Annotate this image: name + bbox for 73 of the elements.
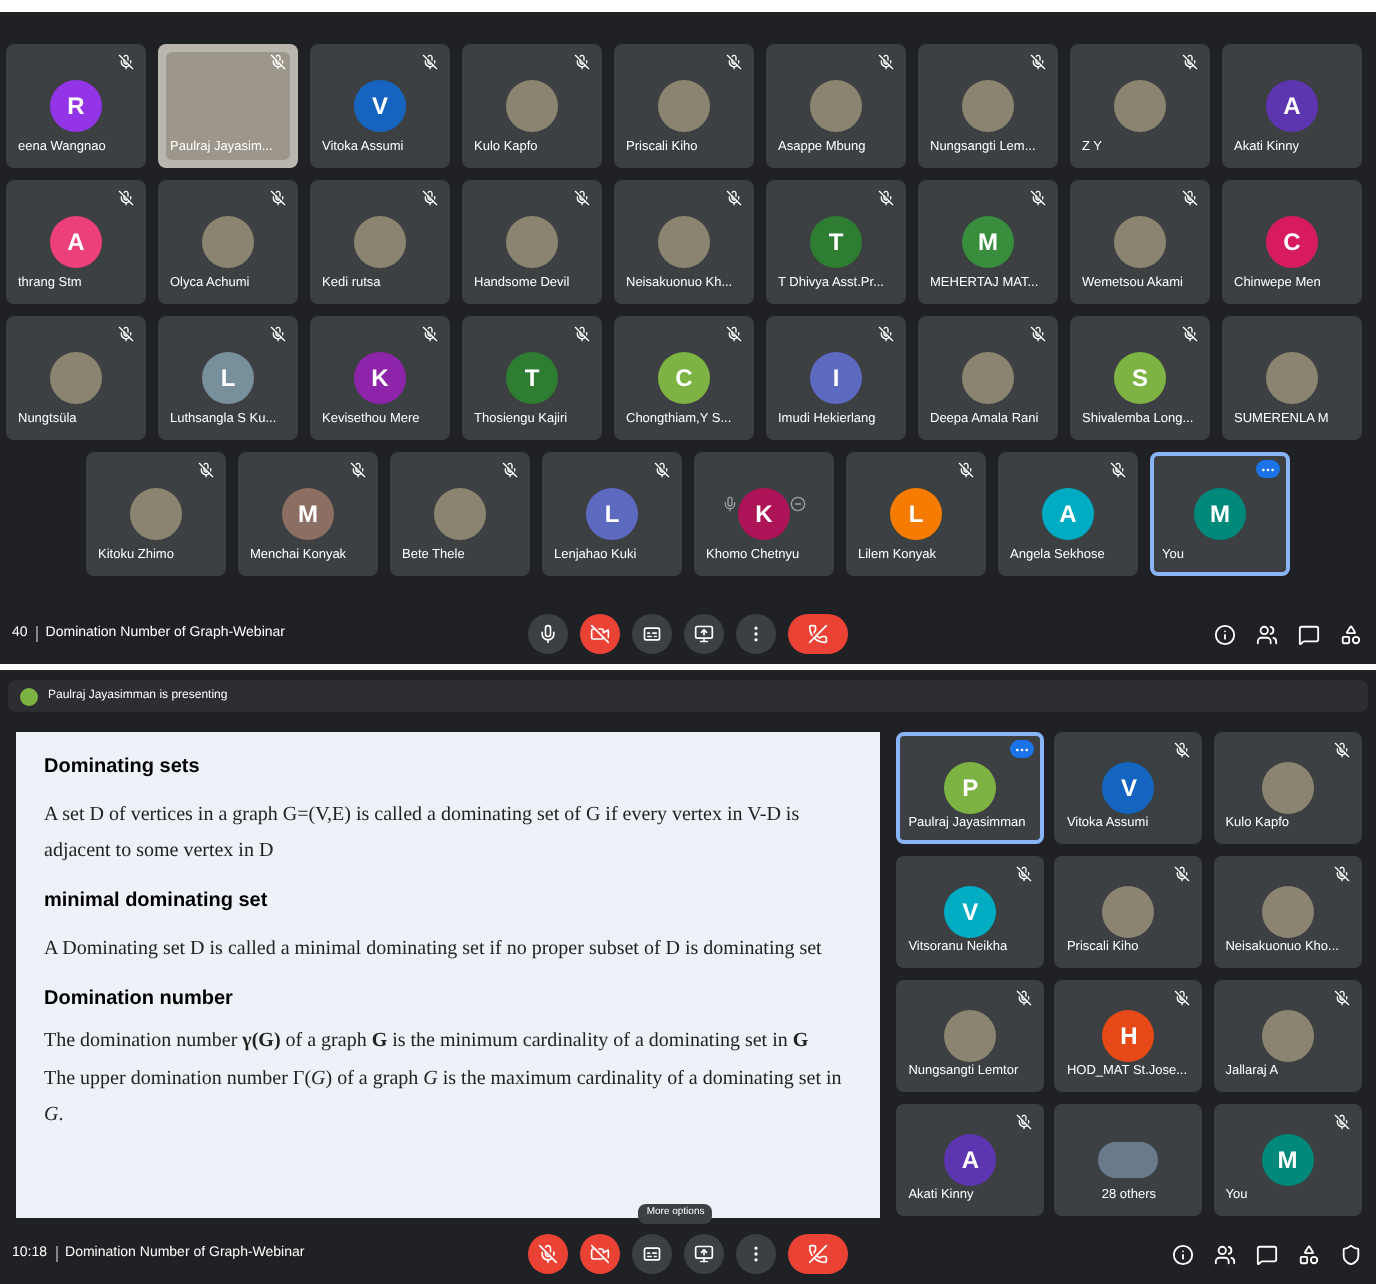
chat-icon — [1256, 1243, 1279, 1265]
activities-button[interactable] — [1297, 1242, 1322, 1266]
photo-placeholder — [354, 216, 406, 268]
chat-icon — [1298, 623, 1321, 645]
more-options-badge[interactable] — [1010, 740, 1035, 758]
photo-placeholder — [130, 488, 182, 540]
photo-placeholder — [202, 216, 254, 268]
photo-placeholder — [1114, 216, 1166, 268]
mic-icon — [537, 1244, 558, 1264]
photo-placeholder — [962, 80, 1014, 132]
people-icon — [1214, 1243, 1237, 1265]
people-button[interactable] — [1255, 622, 1280, 646]
remove-icon[interactable] — [790, 496, 806, 512]
present-icon — [693, 1244, 714, 1264]
info-button[interactable] — [1171, 1242, 1196, 1266]
camera-button[interactable] — [579, 614, 620, 654]
leave-call-button[interactable] — [787, 614, 848, 654]
photo-placeholder — [658, 216, 710, 268]
present-button[interactable] — [683, 1234, 724, 1274]
chat-button[interactable] — [1255, 1242, 1280, 1266]
present-button[interactable] — [683, 614, 724, 654]
slide-heading: Domination number — [44, 986, 235, 1014]
end-icon — [807, 1244, 828, 1264]
photo-placeholder — [1266, 352, 1318, 404]
photo-placeholder — [50, 352, 102, 404]
slide-paragraph: A Dominating set D is called a minimal dominating set if no proper subset of D is dominating set — [44, 936, 824, 964]
info-button[interactable] — [1213, 622, 1238, 646]
video-placeholder — [166, 52, 290, 160]
camera-icon — [589, 1244, 610, 1264]
end-icon — [807, 624, 828, 644]
photo-placeholder — [810, 80, 862, 132]
present-icon — [693, 624, 714, 644]
photo-placeholder — [1261, 1010, 1314, 1062]
chat-button[interactable] — [1297, 622, 1322, 646]
people-icon — [1256, 623, 1279, 645]
photo-placeholder — [506, 216, 558, 268]
photo-placeholder — [962, 352, 1014, 404]
leave-call-button[interactable] — [787, 1234, 848, 1274]
slide-heading: Dominating sets — [44, 754, 202, 782]
captions-button[interactable] — [631, 614, 672, 654]
photo-placeholder — [1098, 1142, 1159, 1178]
captions-button[interactable] — [631, 1234, 672, 1274]
info-icon — [1172, 1243, 1195, 1265]
photo-placeholder — [1261, 762, 1314, 814]
photo-placeholder — [944, 1010, 997, 1062]
info-icon — [1214, 623, 1237, 645]
more-options-button[interactable] — [735, 614, 776, 654]
microphone-button[interactable] — [527, 1234, 568, 1274]
shield-icon — [1340, 1243, 1363, 1265]
slide-heading: minimal dominating set — [44, 888, 270, 916]
photo-placeholder — [1261, 886, 1314, 938]
photo-placeholder — [506, 80, 558, 132]
shield-button[interactable] — [1339, 1242, 1364, 1266]
photo-placeholder — [434, 488, 486, 540]
camera-button[interactable] — [579, 1234, 620, 1274]
shapes-icon — [1298, 1243, 1321, 1265]
camera-icon — [589, 624, 610, 644]
mic-icon[interactable] — [722, 496, 738, 512]
slide-paragraph: The upper domination number Γ(G) of a graph G is the maximum cardinality of a dominating set in G. — [44, 1066, 844, 1130]
mic-icon — [537, 624, 558, 644]
photo-placeholder — [658, 80, 710, 132]
captions-icon — [641, 1244, 662, 1264]
photo-placeholder — [1102, 886, 1155, 938]
people-button[interactable] — [1213, 1242, 1238, 1266]
photo-placeholder — [1114, 80, 1166, 132]
captions-icon — [641, 624, 662, 644]
more-options-button[interactable] — [735, 1234, 776, 1274]
slide-paragraph: The domination number γ(G) of a graph G is the minimum cardinality of a dominating set in G — [44, 1030, 811, 1054]
more-options-badge[interactable] — [1256, 460, 1280, 478]
activities-button[interactable] — [1339, 622, 1364, 646]
microphone-button[interactable] — [527, 614, 568, 654]
shapes-icon — [1340, 623, 1363, 645]
slide-paragraph: A set D of vertices in a graph G=(V,E) is called a dominating set of G if every vertex in V-D is adjacent to some vertex in D — [44, 802, 802, 866]
